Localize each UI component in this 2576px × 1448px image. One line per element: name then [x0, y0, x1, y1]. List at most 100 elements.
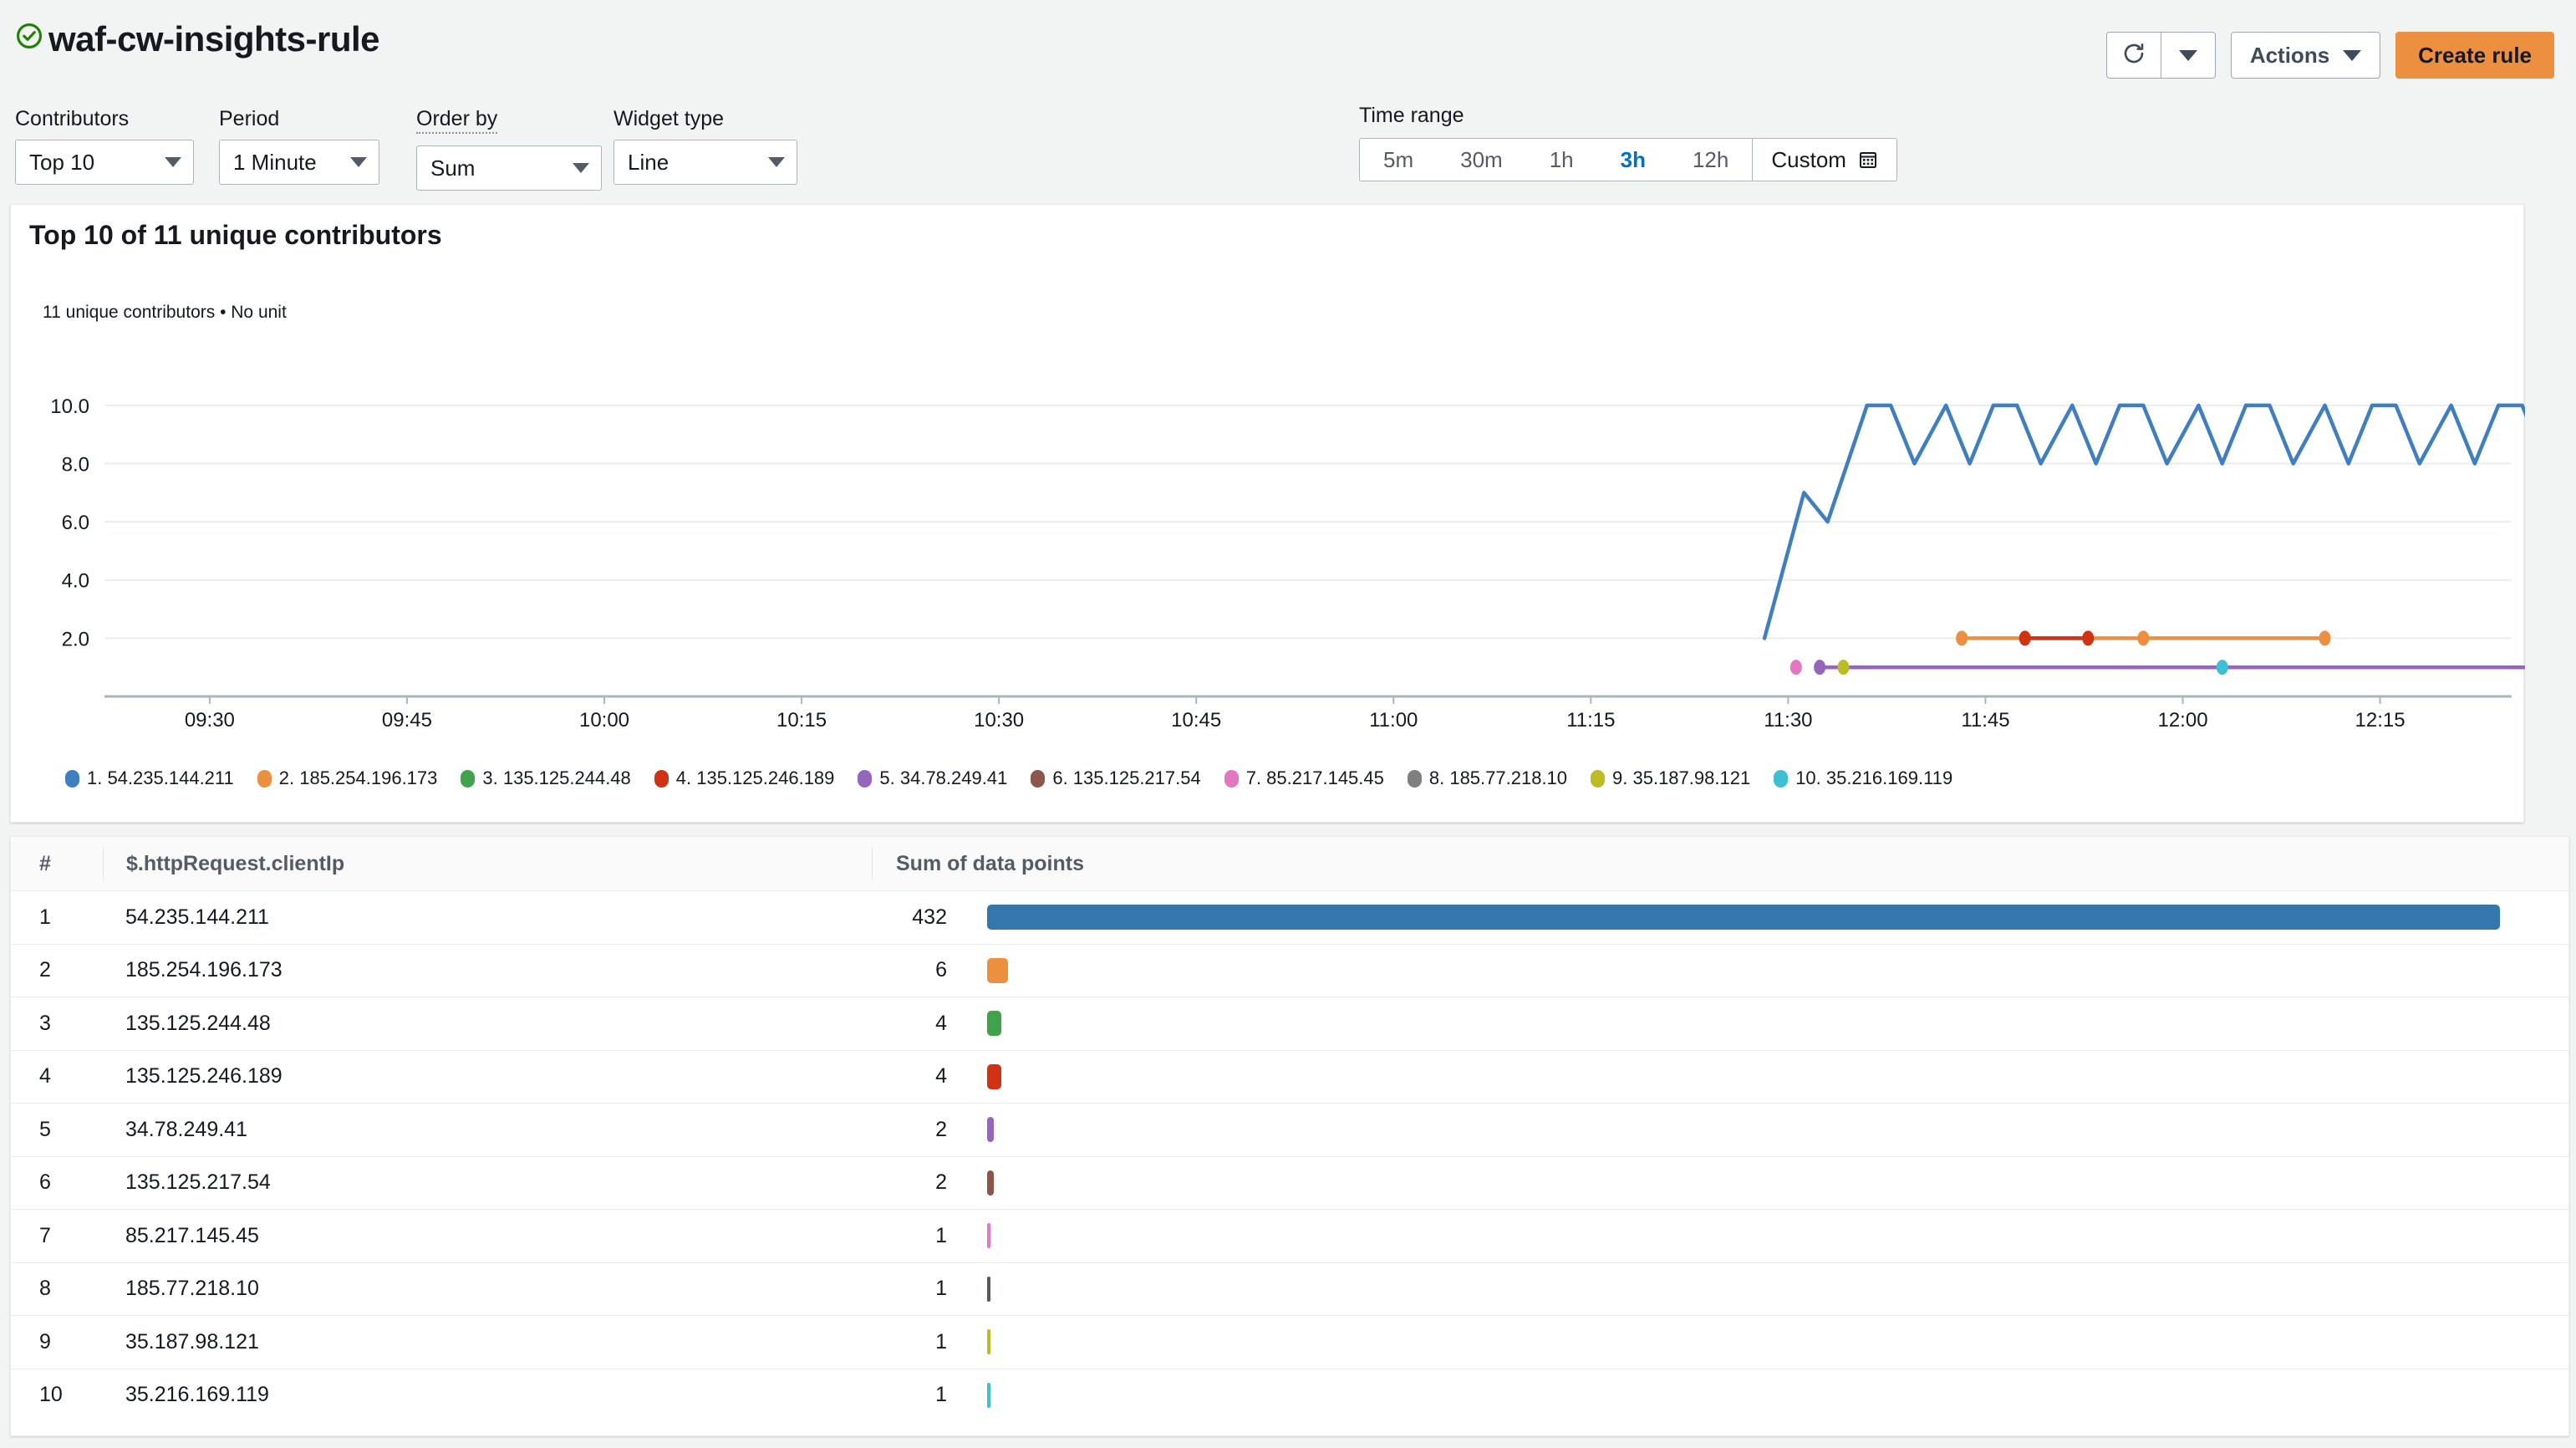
legend-item[interactable]: 7. 85.217.145.45	[1224, 767, 1384, 789]
cell-rank: 9	[39, 1329, 51, 1354]
x-axis-tick-label: 11:00	[1369, 709, 1418, 732]
cell-sum-bar	[947, 1117, 2568, 1143]
legend-label: 2. 185.254.196.173	[278, 767, 438, 788]
column-header-sum[interactable]: Sum of data points	[872, 847, 2568, 880]
legend-swatch-icon	[1591, 769, 1606, 788]
legend-label: 1. 54.235.144.211	[87, 767, 234, 788]
contributors-value: Top 10	[29, 149, 95, 175]
legend-swatch-icon	[858, 769, 873, 788]
period-field: Period 1 Minute	[219, 107, 379, 185]
order-by-select[interactable]: Sum	[416, 145, 602, 191]
y-axis-tick-label: 10.0	[50, 395, 89, 418]
chevron-down-icon	[573, 163, 589, 173]
cell-sum-value: 4	[935, 1064, 947, 1089]
chart-data-point	[2137, 630, 2150, 646]
x-axis-tick-label: 10:45	[1171, 709, 1221, 732]
contributors-label: Contributors	[15, 107, 130, 130]
legend-swatch-icon	[654, 769, 669, 788]
time-range-custom-label: Custom	[1771, 146, 1846, 172]
widget-type-field: Widget type Line	[613, 107, 797, 185]
x-axis-tick-label: 10:15	[776, 709, 827, 732]
cell-rank: 6	[39, 1170, 51, 1195]
chevron-down-icon	[350, 157, 367, 167]
cell-sum-bar	[947, 1329, 2568, 1355]
chart-card: Top 10 of 11 unique contributors 11 uniq…	[10, 204, 2525, 823]
x-axis-tick-label: 09:45	[382, 709, 432, 732]
actions-button[interactable]: Actions	[2230, 32, 2381, 79]
sum-bar	[987, 1382, 990, 1408]
legend-item[interactable]: 4. 135.125.246.189	[654, 767, 834, 789]
chevron-down-icon	[165, 157, 181, 167]
legend-swatch-icon	[65, 769, 79, 788]
table-row[interactable]: 7 85.217.145.45 1	[11, 1210, 2568, 1263]
legend-item[interactable]: 9. 35.187.98.121	[1591, 767, 1750, 789]
legend-swatch-icon	[1031, 769, 1046, 788]
chart-data-point	[2216, 660, 2228, 676]
table-row[interactable]: 1 54.235.144.211 432	[11, 891, 2568, 945]
cell-client-ip: 135.125.246.189	[125, 1064, 283, 1089]
time-range-option-3h[interactable]: 3h	[1597, 139, 1669, 181]
cell-rank: 8	[39, 1277, 51, 1301]
create-rule-button[interactable]: Create rule	[2395, 32, 2554, 79]
chart-data-point	[1789, 660, 1802, 676]
legend-label: 3. 135.125.244.48	[482, 767, 631, 788]
cell-client-ip: 185.254.196.173	[125, 958, 283, 982]
chart-data-point	[2019, 630, 2031, 646]
time-range-option-5m[interactable]: 5m	[1360, 139, 1437, 181]
table-row[interactable]: 2 185.254.196.173 6	[11, 945, 2568, 997]
time-range-segmented-control: 5m 30m 1h 3h 12h Custom	[1359, 138, 1897, 181]
table-row[interactable]: 9 35.187.98.121 1	[11, 1316, 2568, 1369]
legend-item[interactable]: 8. 185.77.218.10	[1407, 767, 1567, 789]
refresh-icon	[2121, 41, 2146, 70]
legend-swatch-icon	[1224, 769, 1239, 788]
x-axis-tick-label: 10:00	[579, 709, 629, 732]
chart-data-point	[1814, 660, 1826, 676]
y-axis-tick-label: 6.0	[62, 512, 89, 534]
period-label: Period	[219, 107, 280, 130]
legend-item[interactable]: 2. 185.254.196.173	[257, 767, 438, 789]
legend-label: 5. 34.78.249.41	[879, 767, 1008, 788]
legend-item[interactable]: 3. 135.125.244.48	[461, 767, 631, 789]
time-range-custom-button[interactable]: Custom	[1752, 139, 1896, 181]
sum-bar	[987, 1223, 990, 1249]
table-row[interactable]: 6 135.125.217.54 2	[11, 1157, 2568, 1210]
legend-item[interactable]: 6. 135.125.217.54	[1031, 767, 1201, 789]
page-title: waf-cw-insights-rule	[48, 19, 380, 59]
refresh-dropdown-button[interactable]	[2160, 33, 2215, 78]
order-by-value: Sum	[430, 155, 476, 181]
cell-sum-bar	[947, 1276, 2568, 1302]
widget-type-select[interactable]: Line	[613, 140, 797, 185]
cell-client-ip: 35.187.98.121	[125, 1329, 259, 1354]
column-header-rank[interactable]: #	[11, 852, 103, 876]
sum-bar	[987, 1063, 1001, 1089]
time-range-option-30m[interactable]: 30m	[1437, 139, 1526, 181]
table-row[interactable]: 10 35.216.169.119 1	[11, 1369, 2568, 1422]
legend-item[interactable]: 5. 34.78.249.41	[858, 767, 1007, 789]
table-row[interactable]: 4 135.125.246.189 4	[11, 1051, 2568, 1104]
legend-swatch-icon	[1774, 769, 1789, 788]
contributors-select[interactable]: Top 10	[15, 140, 194, 185]
chevron-down-icon	[2178, 49, 2197, 61]
cell-sum-value: 1	[935, 1329, 947, 1354]
column-header-client-ip[interactable]: $.httpRequest.clientIp	[103, 847, 872, 880]
chart-plot[interactable]: 2.0 4.0 6.0 8.0 10.0 09:30 09:45 10:00 10:15 10:3…	[11, 330, 2525, 757]
cell-sum-value: 6	[935, 958, 947, 982]
table-row[interactable]: 8 185.77.218.10 1	[11, 1263, 2568, 1316]
filter-controls: Contributors Top 10 Period 1 Minute Orde…	[0, 104, 2576, 201]
legend-item[interactable]: 1. 54.235.144.211	[65, 767, 234, 789]
time-range-label: Time range	[1359, 104, 1464, 127]
actions-button-label: Actions	[2249, 42, 2330, 68]
time-range-option-12h[interactable]: 12h	[1669, 139, 1752, 181]
refresh-button[interactable]	[2107, 33, 2161, 78]
period-select[interactable]: 1 Minute	[219, 140, 379, 185]
order-by-field: Order by Sum	[416, 107, 602, 191]
cell-sum-bar	[947, 1170, 2568, 1196]
table-row[interactable]: 5 34.78.249.41 2	[11, 1104, 2568, 1157]
cell-sum-value: 1	[935, 1277, 947, 1301]
time-range-option-1h[interactable]: 1h	[1526, 139, 1597, 181]
table-row[interactable]: 3 135.125.244.48 4	[11, 997, 2568, 1051]
x-axis-tick-label: 11:30	[1764, 709, 1812, 732]
legend-label: 10. 35.216.169.119	[1795, 767, 1953, 788]
title-wrap: waf-cw-insights-rule	[15, 19, 380, 59]
legend-item[interactable]: 10. 35.216.169.119	[1774, 767, 1952, 789]
